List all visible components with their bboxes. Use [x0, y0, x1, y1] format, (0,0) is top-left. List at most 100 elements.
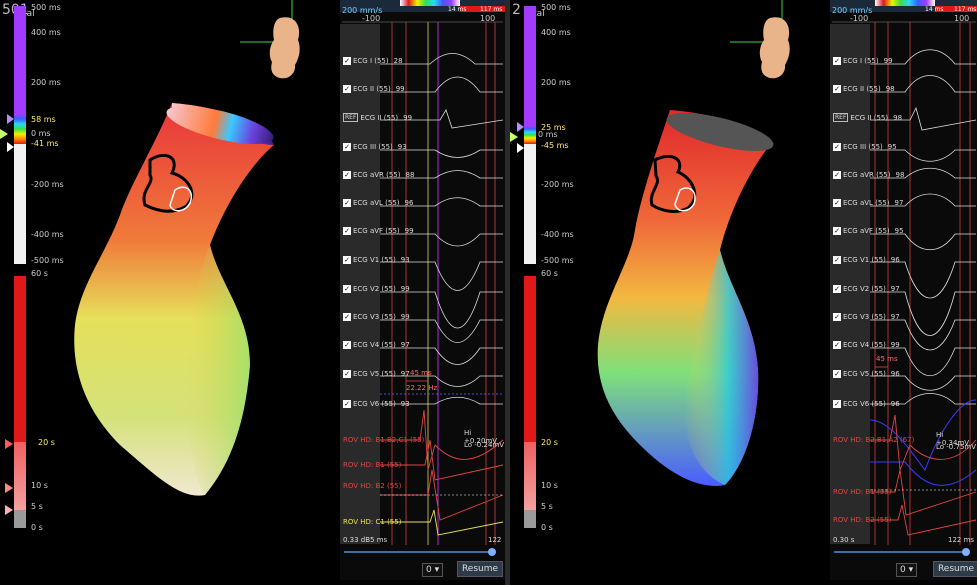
ecg-channel-row[interactable]: ✓ ECG aVR (55) 98 — [833, 171, 904, 179]
channel-checkbox[interactable]: ✓ — [343, 285, 351, 293]
ventricle-3d-map[interactable] — [580, 100, 780, 495]
time-scale-gray — [524, 510, 536, 528]
ecg-channel-row[interactable]: ✓ ECG III (55) 95 — [833, 143, 897, 151]
time-handle[interactable] — [5, 439, 13, 449]
lat-tick: 200 ms — [541, 78, 571, 87]
gain-dropdown[interactable]: 0 ▾ — [422, 563, 444, 577]
timeline-slider[interactable] — [834, 551, 966, 553]
left-map-panel: 501 total 500 ms 400 ms 200 ms 58 ms 0 m… — [0, 0, 505, 580]
rov-channel-label[interactable]: ROV HD: B1,B2,C1 (55) — [343, 436, 424, 444]
ecg-channel-row[interactable]: ✓ ECG V4 (55) 97 — [343, 341, 410, 349]
time-handle[interactable] — [5, 505, 13, 515]
lat-lower-handle[interactable] — [7, 142, 14, 152]
channel-checkbox[interactable]: ✓ — [343, 313, 351, 321]
lat-ref-handle[interactable] — [0, 129, 8, 139]
channel-checkbox[interactable]: ✓ — [343, 143, 351, 151]
ecg-channel-row[interactable]: ✓ ECG V6 (55) 93 — [343, 400, 410, 408]
ecg-channel-row[interactable]: ✓ ECG II (55) 99 — [343, 85, 405, 93]
rov-channel-label[interactable]: ROV HD: B2,B1,A2 (67) — [833, 436, 914, 444]
ecg-channel-row[interactable]: ✓ ECG V2 (55) 99 — [343, 285, 410, 293]
channel-checkbox[interactable]: ✓ — [833, 85, 841, 93]
lat-scale-rainbow — [524, 126, 536, 144]
gain-dropdown[interactable]: 0 ▾ — [896, 563, 918, 577]
channel-checkbox[interactable]: ✓ — [833, 143, 841, 151]
status-right: 122 — [488, 536, 502, 544]
ecg-channel-row[interactable]: ✓ ECG I (55) 28 — [343, 57, 403, 65]
ecg-channel-row[interactable]: ✓ ECG V6 (55) 96 — [833, 400, 900, 408]
channel-checkbox[interactable]: ✓ — [343, 57, 351, 65]
ecg-channel-row[interactable]: ✓ ECG aVL (55) 97 — [833, 199, 903, 207]
channel-checkbox[interactable]: ✓ — [343, 199, 351, 207]
channel-checkbox[interactable]: ✓ — [833, 341, 841, 349]
channel-checkbox[interactable]: ✓ — [343, 85, 351, 93]
ecg-panel[interactable]: 200 mm/s -100 14 ms 117 ms 100 ✓ ECG I (… — [340, 0, 505, 580]
time-scale-red — [524, 276, 536, 442]
lat-tick: -200 ms — [31, 180, 64, 189]
lat-tick: -500 ms — [31, 256, 64, 265]
channel-checkbox[interactable]: ✓ — [833, 256, 841, 264]
ref-badge[interactable]: REF — [343, 113, 359, 122]
orientation-head-icon[interactable] — [240, 0, 310, 85]
channel-checkbox[interactable]: ✓ — [833, 400, 841, 408]
channel-checkbox[interactable]: ✓ — [343, 227, 351, 235]
timeline-slider-knob[interactable] — [962, 548, 970, 556]
resume-button[interactable]: Resume — [457, 561, 503, 577]
ecg-traces — [342, 21, 504, 545]
ecg-channel-row[interactable]: ✓ ECG V1 (55) 96 — [833, 256, 900, 264]
lat-lower-handle[interactable] — [517, 143, 524, 153]
lat-ref-handle[interactable] — [510, 132, 518, 142]
channel-checkbox[interactable]: ✓ — [343, 370, 351, 378]
rov-channel-label[interactable]: ROV HD: C1 (55) — [343, 518, 401, 526]
ecg-reference-row[interactable]: REF ECG II (55) 98 — [833, 113, 902, 122]
ecg-channel-row[interactable]: ✓ ECG III (55) 93 — [343, 143, 407, 151]
map-id: 2 — [512, 2, 521, 18]
ecg-channel-row[interactable]: ✓ ECG I (55) 99 — [833, 57, 893, 65]
ecg-channel-row[interactable]: ✓ ECG V3 (55) 99 — [343, 313, 410, 321]
ecg-channel-row[interactable]: ✓ ECG V5 (55) 96 — [833, 370, 900, 378]
lat-scale-white — [524, 144, 536, 264]
ecg-channel-row[interactable]: ✓ ECG aVR (55) 88 — [343, 171, 414, 179]
ecg-channel-row[interactable]: ✓ ECG V4 (55) 99 — [833, 341, 900, 349]
ecg-channel-row[interactable]: ✓ ECG V2 (55) 97 — [833, 285, 900, 293]
time-tick: 5 s — [541, 502, 553, 511]
ecg-channel-row[interactable]: ✓ ECG II (55) 98 — [833, 85, 895, 93]
status-right: 122 ms — [948, 536, 975, 544]
ecg-channel-row[interactable]: ✓ ECG aVF (55) 95 — [833, 227, 904, 235]
channel-checkbox[interactable]: ✓ — [833, 227, 841, 235]
channel-checkbox[interactable]: ✓ — [833, 199, 841, 207]
ventricle-3d-map[interactable] — [60, 95, 340, 505]
ref-badge[interactable]: REF — [833, 113, 849, 122]
lat-upper-handle[interactable] — [7, 114, 14, 124]
channel-checkbox[interactable]: ✓ — [833, 285, 841, 293]
rov-channel-label[interactable]: ROV HD: B2 (55) — [343, 482, 401, 490]
channel-checkbox[interactable]: ✓ — [343, 400, 351, 408]
resume-button[interactable]: Resume — [933, 561, 977, 577]
orientation-head-icon[interactable] — [730, 0, 800, 85]
ecg-channel-row[interactable]: ✓ ECG aVF (55) 99 — [343, 227, 414, 235]
ecg-channel-row[interactable]: ✓ ECG V3 (55) 97 — [833, 313, 900, 321]
ecg-channel-row[interactable]: ✓ ECG V5 (55) 97 — [343, 370, 410, 378]
channel-checkbox[interactable]: ✓ — [833, 370, 841, 378]
channel-checkbox[interactable]: ✓ — [833, 313, 841, 321]
ecg-channel-row[interactable]: ✓ ECG V1 (55) 93 — [343, 256, 410, 264]
time-handle[interactable] — [5, 483, 13, 493]
lat-tick: 500 ms — [31, 3, 61, 12]
channel-checkbox[interactable]: ✓ — [343, 256, 351, 264]
time-scale-red — [14, 276, 26, 442]
channel-checkbox[interactable]: ✓ — [343, 171, 351, 179]
lat-scale-white — [14, 144, 26, 264]
channel-checkbox[interactable]: ✓ — [833, 57, 841, 65]
timeline-slider[interactable] — [344, 551, 492, 553]
ecg-reference-row[interactable]: REF ECG II (55) 99 — [343, 113, 412, 122]
channel-checkbox[interactable]: ✓ — [833, 171, 841, 179]
rov-channel-label[interactable]: ROV HD: B1 (55) — [343, 461, 401, 469]
rov-channel-label[interactable]: ROV HD: B1 (55) — [833, 488, 891, 496]
ecg-channel-row[interactable]: ✓ ECG aVL (55) 96 — [343, 199, 413, 207]
lat-upper-handle[interactable] — [517, 122, 524, 132]
ecg-panel[interactable]: 200 mm/s -100 14 ms 117 ms 100 ✓ ECG I (… — [830, 0, 977, 580]
timeline-slider-knob[interactable] — [488, 548, 496, 556]
lat-tick: 200 ms — [31, 78, 61, 87]
channel-checkbox[interactable]: ✓ — [343, 341, 351, 349]
status-left: 0.30 s — [833, 536, 855, 544]
rov-channel-label[interactable]: ROV HD: B2 (55) — [833, 516, 891, 524]
